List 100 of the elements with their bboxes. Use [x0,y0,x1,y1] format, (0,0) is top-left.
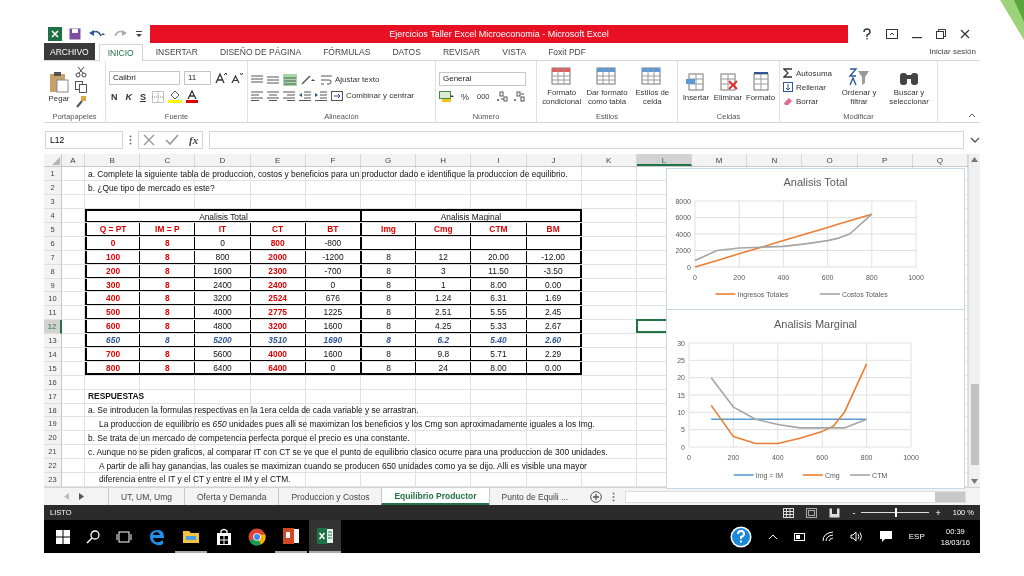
windows-start-icon[interactable] [56,529,70,544]
column-header[interactable]: I [471,154,527,167]
insert-function-button[interactable]: fx [189,133,199,146]
task-view-icon[interactable] [116,530,132,543]
caret-up-icon[interactable] [767,533,778,540]
ribbon-tab[interactable]: REVISAR [433,42,490,60]
name-box[interactable]: L12 [45,130,123,149]
column-header[interactable]: B [85,154,141,167]
table-cell: BM [526,223,582,236]
ribbon-tab[interactable]: DISEÑO DE PÁGINA [210,42,311,60]
normal-view-icon[interactable] [783,507,795,518]
text-orientation-icon[interactable] [301,74,317,85]
search-icon[interactable] [86,529,100,544]
decrease-decimal-icon[interactable] [512,91,526,103]
fill-button[interactable]: Rellenar [783,82,826,93]
underline-button[interactable]: S [138,91,148,102]
cancel-icon[interactable] [143,133,155,146]
fill-color-icon[interactable] [168,90,182,104]
collapse-ribbon-icon[interactable] [968,111,976,118]
copy-icon[interactable] [75,81,87,94]
table-cell: 2.29 [526,348,582,361]
customize-caret-icon[interactable] [136,29,142,38]
clear-button[interactable]: Borrar [783,96,819,107]
column-header[interactable]: E [250,154,306,167]
italic-button[interactable]: K [123,91,134,102]
zoom-slider-thumb[interactable] [895,508,898,518]
close-icon[interactable] [960,28,970,39]
wrap-text-button[interactable]: Ajustar texto [321,74,380,85]
grow-font-icon[interactable] [215,72,227,85]
ribbon-tab[interactable]: Foxit PDF [539,42,595,60]
column-header[interactable]: N [747,154,803,167]
shrink-font-icon[interactable] [231,72,243,85]
help-icon[interactable] [729,525,752,548]
horizontal-scrollbar[interactable] [625,490,966,503]
ribbon-tab[interactable]: VISTA [493,42,536,60]
zoom-in-button[interactable]: + [935,507,941,518]
volume-icon[interactable] [849,531,863,542]
restore-icon[interactable] [936,28,946,39]
scissors-icon[interactable] [75,66,87,79]
column-header[interactable]: M [692,154,748,167]
column-header[interactable]: K [581,154,637,167]
paintbrush-icon[interactable] [75,96,87,109]
wifi-icon[interactable] [821,531,834,542]
increase-indent-icon[interactable] [315,90,327,101]
ribbon-tab[interactable]: FÓRMULAS [314,42,380,60]
autosum-button[interactable]: Autosuma [783,68,833,79]
column-header[interactable]: A [62,154,85,167]
number-format-dropdown[interactable]: General [439,72,526,87]
sheet-tab[interactable]: Equilibrio Productor [381,488,489,506]
help-icon[interactable] [862,27,872,40]
font-family-dropdown[interactable]: Calibri [109,71,180,86]
add-sheet-icon[interactable] [590,490,603,503]
decrease-indent-icon[interactable] [299,90,311,101]
align-right-icon[interactable] [283,90,295,101]
increase-decimal-icon[interactable] [495,91,509,103]
scroll-up-icon[interactable] [971,157,978,163]
column-header[interactable]: L [636,154,693,167]
font-color-icon[interactable] [186,90,198,104]
column-header[interactable]: H [416,154,472,167]
scrollbar-thumb[interactable] [935,491,965,502]
column-header[interactable]: G [360,154,417,167]
shopping-bag-icon[interactable] [216,527,232,546]
column-header[interactable]: C [140,154,196,167]
column-header[interactable]: J [526,154,582,167]
browser-icon[interactable] [148,527,166,546]
scroll-down-icon[interactable] [971,479,978,485]
percent-button[interactable]: % [459,91,471,102]
expand-caret-icon[interactable] [970,136,980,143]
page-break-icon[interactable] [829,507,841,518]
scroll-right-icon[interactable] [79,493,84,501]
spreadsheet-app-icon[interactable] [316,526,334,545]
currency-format-icon[interactable] [439,91,455,103]
check-icon[interactable] [165,133,179,146]
sign-in-link[interactable]: Iniciar sesión [929,46,980,56]
align-bottom-icon[interactable] [283,73,297,86]
ribbon-display-icon[interactable] [886,28,898,39]
ribbon-tab[interactable]: INSERTAR [146,42,207,60]
column-header[interactable]: P [857,154,913,167]
bold-button[interactable]: N [109,91,120,102]
zoom-out-button[interactable]: - [852,507,856,518]
notification-icon[interactable] [878,530,893,543]
more-icon[interactable] [129,134,132,145]
column-header[interactable]: F [305,154,361,167]
ribbon-tab[interactable]: DATOS [383,42,430,60]
chrome-icon[interactable] [248,527,266,546]
font-size-dropdown[interactable]: 11 [184,71,211,86]
column-header[interactable]: O [802,154,858,167]
merge-center-button[interactable]: Combinar y centrar [331,90,415,101]
more-icon[interactable] [612,491,616,502]
align-left-icon[interactable] [251,90,263,101]
ribbon-tab[interactable]: INICIO [98,43,143,61]
page-layout-icon[interactable] [806,507,818,518]
save-icon[interactable] [69,27,81,40]
formula-input[interactable] [209,130,964,149]
scrollbar-thumb[interactable] [970,383,979,465]
language-indicator[interactable]: ESP [908,532,925,541]
align-center-icon[interactable] [267,90,279,101]
presentation-app-icon[interactable] [282,526,300,545]
column-header[interactable]: D [195,154,251,167]
vertical-scrollbar[interactable] [968,154,980,488]
